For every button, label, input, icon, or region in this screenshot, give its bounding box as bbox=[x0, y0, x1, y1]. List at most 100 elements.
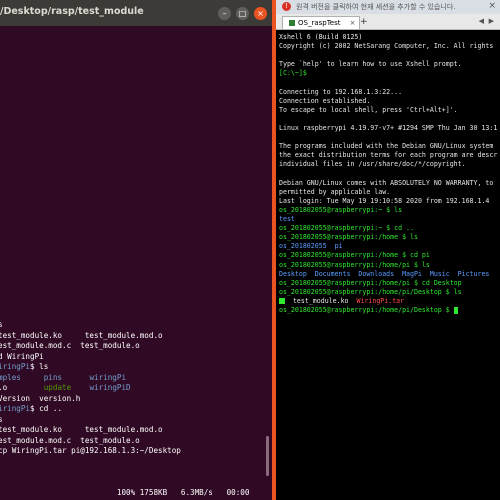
xshell-line: os_201802055@raspberrypi:/home $ ls bbox=[279, 233, 418, 242]
xshell-text: Connecting to 192.168.1.3:22... bbox=[279, 87, 403, 96]
xshell-text: Linux raspberrypi 4.19.97-v7+ #1294 SMP … bbox=[279, 124, 498, 132]
xshell-window[interactable]: ! 원격 버전을 클릭하여 현재 세션을 추가할 수 있습니다. × OS_ra… bbox=[276, 0, 500, 500]
xshell-line: Copyright (c) 2002 NetSarang Computer, I… bbox=[279, 42, 493, 51]
maximize-button[interactable]: □ bbox=[236, 7, 249, 20]
notice-bar: ! 원격 버전을 클릭하여 현재 세션을 추가할 수 있습니다. × bbox=[276, 0, 500, 14]
terminal-line: mples pins wiringPi bbox=[0, 373, 126, 383]
xshell-line: [C:\~]$ bbox=[279, 69, 307, 78]
xshell-line: test bbox=[279, 215, 295, 224]
xshell-line: Desktop Documents Downloads MagPi Music … bbox=[279, 270, 489, 279]
xshell-line: os_201802055@raspberrypi:/home/pi/Deskto… bbox=[279, 288, 462, 297]
xshell-line: os_201802055@raspberrypi:/home/pi $ cd D… bbox=[279, 279, 462, 288]
tab-nav-left-icon[interactable]: ◀ bbox=[479, 17, 484, 25]
terminal-text: iringPi bbox=[0, 362, 31, 371]
xshell-text: Desktop Documents Downloads MagPi Music … bbox=[279, 269, 490, 278]
xshell-line: Xshell 6 (Build 0125) bbox=[279, 33, 362, 42]
terminal-text: d WiringPi bbox=[0, 351, 44, 361]
terminal-text: test_module.ko test_module.mod.o bbox=[0, 425, 163, 434]
terminal-text: s bbox=[0, 414, 3, 424]
xshell-text: The programs included with the Debian GN… bbox=[279, 142, 494, 151]
xshell-line: Connection established. bbox=[279, 97, 370, 106]
minimize-button[interactable]: – bbox=[218, 7, 231, 20]
terminal-line: s bbox=[0, 415, 3, 425]
terminal-line: iringPi$ cd .. bbox=[0, 404, 62, 414]
xshell-text: the exact distribution terms for each pr… bbox=[279, 151, 498, 160]
connected-status-icon bbox=[289, 20, 295, 26]
terminal-line: s bbox=[0, 320, 3, 330]
terminal-text: 100% 1758KB 6.3MB/s 00:00 bbox=[0, 488, 250, 497]
xshell-text: Type `help' to learn how to use Xshell p… bbox=[279, 60, 462, 69]
xshell-text: os_201802055 pi bbox=[279, 242, 343, 251]
terminal-line: Version version.h bbox=[0, 394, 80, 404]
left-terminal-window[interactable]: /Desktop/rasp/test_module – □ × s test_mo… bbox=[0, 0, 272, 500]
terminal-line: cp WiringPi.tar pi@192.168.1.3:~/Desktop bbox=[0, 446, 181, 456]
cursor-icon bbox=[453, 306, 458, 314]
terminal-text: test_module.ko test_module.mod.o bbox=[0, 330, 163, 340]
xshell-text: os_201802055@raspberrypi:/home/pi/Deskto… bbox=[279, 287, 462, 296]
notice-close-icon[interactable]: × bbox=[488, 1, 496, 11]
xshell-line: Debian GNU/Linux comes with ABSOLUTELY N… bbox=[279, 179, 493, 188]
xshell-text: Connection established. bbox=[279, 96, 371, 105]
xshell-line: os_201802055@raspberrypi:/home/pi $ ls bbox=[279, 261, 430, 270]
xshell-line: os_201802055@raspberrypi:/home/pi/Deskto… bbox=[279, 306, 458, 315]
xshell-text: Xshell 6 (Build 0125) bbox=[279, 33, 363, 41]
xshell-text: os_201802055@raspberrypi:/home $ cd pi bbox=[279, 251, 430, 260]
xshell-line: test_module.ko WiringPi.tar bbox=[279, 297, 404, 306]
close-button[interactable]: × bbox=[254, 7, 267, 20]
terminal-text: cp WiringPi.tar pi@192.168.1.3:~/Desktop bbox=[0, 446, 181, 455]
terminal-text: mples bbox=[0, 372, 21, 382]
terminal-text: $ cd .. bbox=[30, 404, 63, 413]
xshell-line: The programs included with the Debian GN… bbox=[279, 142, 493, 151]
terminal-line: est_module.mod.c test_module.o bbox=[0, 436, 140, 446]
xshell-line: os_201802055@raspberrypi:~ $ ls bbox=[279, 206, 402, 215]
xshell-line: Linux raspberrypi 4.19.97-v7+ #1294 SMP … bbox=[279, 124, 497, 133]
terminal-text: est_module.mod.c test_module.o bbox=[0, 435, 140, 445]
terminal-text: s bbox=[0, 320, 3, 329]
left-scrollbar[interactable] bbox=[266, 436, 269, 476]
tab-close-icon[interactable]: × bbox=[350, 17, 356, 29]
xshell-text: permitted by applicable law. bbox=[279, 187, 391, 196]
xshell-text: os_201802055@raspberrypi:~ $ ls bbox=[279, 205, 403, 214]
terminal-line: .o update wiringPiD bbox=[0, 383, 131, 393]
xshell-line: Type `help' to learn how to use Xshell p… bbox=[279, 60, 462, 69]
xshell-line: os_201802055@raspberrypi:~ $ cd .. bbox=[279, 224, 414, 233]
xshell-text: test_module.ko bbox=[285, 296, 357, 305]
xshell-text: WiringPi.tar bbox=[356, 296, 405, 305]
info-icon: ! bbox=[282, 2, 291, 11]
xshell-line: permitted by applicable law. bbox=[279, 188, 390, 197]
terminal-text: est_module.mod.c test_module.o bbox=[0, 341, 140, 350]
add-tab-button[interactable]: + bbox=[360, 17, 368, 27]
tab-strip: OS_raspTest × + ◀ ▶ bbox=[276, 14, 500, 30]
terminal-text: Version version.h bbox=[0, 393, 81, 403]
left-terminal-output[interactable]: s test_module.ko test_module.mod.o est_mod… bbox=[0, 26, 272, 500]
notice-text: 원격 버전을 클릭하여 현재 세션을 추가할 수 있습니다. bbox=[296, 3, 456, 11]
terminal-line: d WiringPi bbox=[0, 352, 44, 362]
xshell-text: os_201802055@raspberrypi:~ $ cd .. bbox=[279, 224, 414, 233]
terminal-line: est_module.mod.c test_module.o bbox=[0, 341, 140, 351]
xshell-line: os_201802055@raspberrypi:/home $ cd pi bbox=[279, 251, 430, 260]
xshell-text: Last login: Tue May 19 19:10:58 2020 fro… bbox=[279, 196, 490, 205]
xshell-line: Last login: Tue May 19 19:10:58 2020 fro… bbox=[279, 197, 489, 206]
terminal-text: wiringPiD bbox=[89, 383, 131, 392]
xshell-text: individual files in /usr/share/doc/*/cop… bbox=[279, 160, 466, 169]
xshell-line: Connecting to 192.168.1.3:22... bbox=[279, 88, 402, 97]
left-window-title: /Desktop/rasp/test_module bbox=[0, 6, 144, 17]
terminal-text: wiringPi bbox=[89, 372, 127, 382]
tab-os-rasptest[interactable]: OS_raspTest × bbox=[282, 16, 360, 29]
xshell-terminal-output[interactable]: Xshell 6 (Build 0125) Copyright (c) 2002 … bbox=[276, 30, 500, 500]
terminal-line: test_module.ko test_module.mod.o bbox=[0, 331, 163, 341]
xshell-text: Copyright (c) 2002 NetSarang Computer, I… bbox=[279, 42, 494, 51]
xshell-line: os_201802055 pi bbox=[279, 242, 343, 251]
tab-nav-right-icon[interactable]: ▶ bbox=[489, 17, 494, 25]
xshell-text: os_201802055@raspberrypi:/home/pi $ ls bbox=[279, 260, 430, 269]
xshell-text: os_201802055@raspberrypi:/home/pi/Deskto… bbox=[279, 306, 454, 314]
xshell-line: To escape to local shell, press 'Ctrl+Al… bbox=[279, 106, 458, 115]
terminal-line: 100% 1758KB 6.3MB/s 00:00 bbox=[0, 488, 250, 498]
xshell-line: individual files in /usr/share/doc/*/cop… bbox=[279, 160, 466, 169]
terminal-text: pins bbox=[43, 372, 63, 382]
left-titlebar[interactable]: /Desktop/rasp/test_module – □ × bbox=[0, 0, 272, 26]
xshell-text: To escape to local shell, press 'Ctrl+Al… bbox=[279, 105, 458, 114]
xshell-text: os_201802055@raspberrypi:/home/pi $ cd D… bbox=[279, 278, 462, 287]
terminal-text: iringPi bbox=[0, 404, 31, 413]
